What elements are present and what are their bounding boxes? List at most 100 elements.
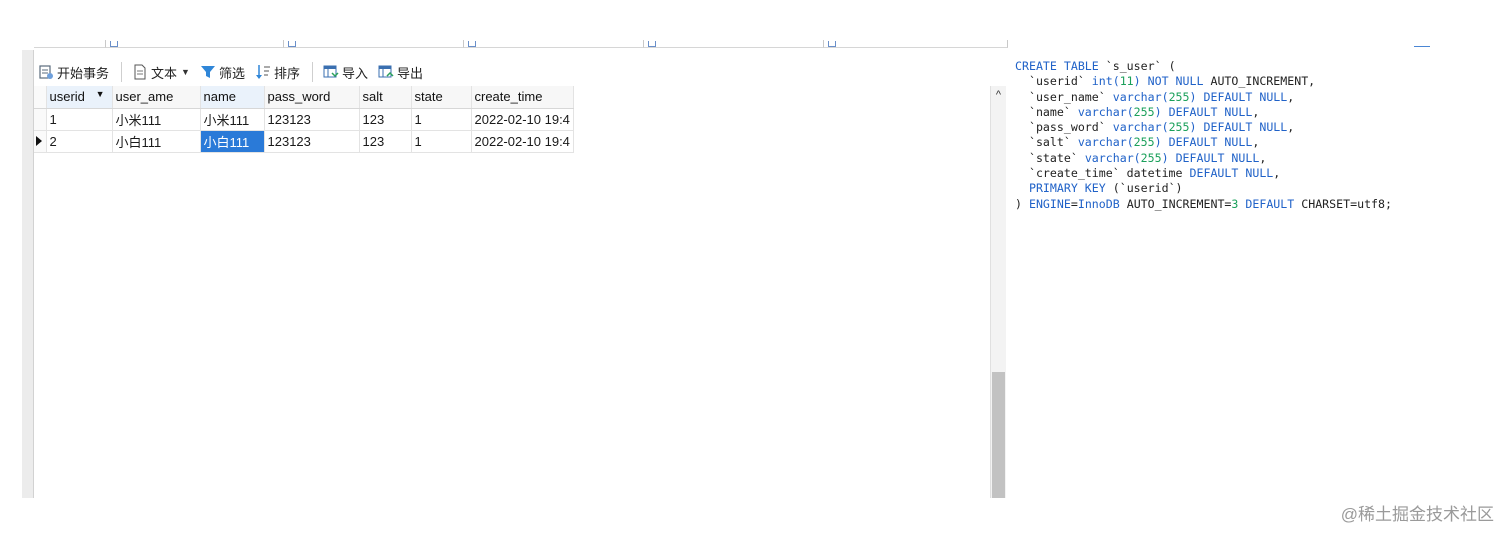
table-icon xyxy=(110,41,118,47)
tab[interactable] xyxy=(464,40,644,48)
column-label: name xyxy=(203,89,237,105)
ddl-keyword: DEFAULT NULL xyxy=(1168,135,1253,150)
ddl-number: 255 xyxy=(1133,104,1155,119)
table-row[interactable]: 1 小米111 小米111 123123 123 1 2022-02-10 19… xyxy=(34,108,574,131)
tab-active[interactable] xyxy=(644,40,824,48)
cell-create_time[interactable]: 2022-02-10 19:4 xyxy=(471,108,574,131)
table-row[interactable]: 2 小白111 小白111 123123 123 1 2022-02-10 19… xyxy=(34,130,574,153)
ddl-keyword: ) xyxy=(1133,74,1148,89)
column-label: create_time xyxy=(474,89,543,105)
begin-transaction-button[interactable]: 开始事务 xyxy=(34,60,115,84)
chevron-down-icon: ▼ xyxy=(181,67,190,77)
column-label: salt xyxy=(362,89,383,105)
column-header-user_ame[interactable]: user_ame xyxy=(112,86,201,109)
cell-user_ame[interactable]: 小米111 xyxy=(112,108,201,131)
table-icon xyxy=(288,41,296,47)
ddl-text: CHARSET=utf8; xyxy=(1294,196,1392,211)
sort-icon xyxy=(255,64,271,80)
chevron-down-icon[interactable]: ▼ xyxy=(96,89,105,99)
cell-pass_word[interactable]: 123123 xyxy=(264,108,360,131)
ddl-keyword: InnoDB xyxy=(1077,196,1120,211)
query-icon xyxy=(828,41,836,47)
watermark: @稀土掘金技术社区 xyxy=(1340,505,1494,524)
text-view-button[interactable]: 文本 ▼ xyxy=(128,60,196,84)
filter-button[interactable]: 筛选 xyxy=(196,60,251,84)
cell-user_ame[interactable]: 小白111 xyxy=(112,130,201,153)
import-button[interactable]: 导入 xyxy=(319,60,374,84)
ddl-keyword: ENGINE xyxy=(1028,196,1071,211)
column-header-salt[interactable]: salt xyxy=(359,86,412,109)
ddl-keyword: varchar( xyxy=(1084,150,1141,165)
cell-state[interactable]: 1 xyxy=(411,108,472,131)
row-indicator[interactable] xyxy=(34,130,47,153)
export-button[interactable]: 导出 xyxy=(374,60,429,84)
row-indicator[interactable] xyxy=(34,108,47,131)
ddl-text: , xyxy=(1287,120,1295,135)
ddl-keyword: int( xyxy=(1091,74,1120,89)
header-row: userid ▼ user_ame name pass_word salt sta… xyxy=(34,86,574,109)
cell-create_time[interactable]: 2022-02-10 19:4 xyxy=(471,130,574,153)
column-header-create_time[interactable]: create_time xyxy=(471,86,574,109)
cell-state[interactable]: 1 xyxy=(411,130,472,153)
tab[interactable] xyxy=(824,40,1008,48)
ddl-text: ) xyxy=(1015,196,1029,211)
tab-strip xyxy=(34,40,1008,50)
ddl-number: 255 xyxy=(1140,150,1162,165)
ddl-keyword: DEFAULT NULL xyxy=(1168,104,1253,119)
ddl-text: , xyxy=(1273,166,1281,181)
row-indicator-header xyxy=(34,86,47,109)
cell-userid[interactable]: 1 xyxy=(46,108,113,131)
ddl-keyword: DEFAULT NULL xyxy=(1203,89,1288,104)
ddl-text: , xyxy=(1252,104,1260,119)
ddl-number: 255 xyxy=(1168,120,1190,135)
table-icon xyxy=(648,41,656,47)
document-icon xyxy=(132,64,148,80)
grid-toolbar: 开始事务 文本 ▼ 筛选 排序 导入 导出 xyxy=(34,58,994,86)
import-icon xyxy=(323,64,339,80)
begin-transaction-label: 开始事务 xyxy=(57,65,110,81)
cell-name-selected[interactable]: 小白111 xyxy=(200,130,265,153)
tab[interactable] xyxy=(106,40,284,48)
ddl-keyword: varchar( xyxy=(1077,104,1134,119)
cell-pass_word[interactable]: 123123 xyxy=(264,130,360,153)
tab[interactable] xyxy=(34,40,106,48)
column-header-userid[interactable]: userid ▼ xyxy=(46,86,113,109)
ddl-keyword: DEFAULT NULL xyxy=(1175,150,1260,165)
ddl-text: `salt` xyxy=(1015,135,1078,150)
cell-salt[interactable]: 123 xyxy=(359,130,412,153)
ddl-text: `state` xyxy=(1015,150,1085,165)
ddl-text: , xyxy=(1287,89,1295,104)
column-header-name[interactable]: name xyxy=(200,86,265,109)
result-table: userid ▼ user_ame name pass_word salt sta… xyxy=(34,86,574,153)
ddl-keyword: DEFAULT NULL xyxy=(1189,166,1274,181)
ddl-number: 255 xyxy=(1133,135,1155,150)
transaction-icon xyxy=(38,64,54,80)
column-header-state[interactable]: state xyxy=(411,86,472,109)
scroll-thumb[interactable] xyxy=(992,372,1005,498)
import-label: 导入 xyxy=(341,65,368,81)
column-label: state xyxy=(414,89,443,105)
sort-button[interactable]: 排序 xyxy=(251,60,306,84)
ddl-keyword: ) xyxy=(1189,120,1204,135)
column-label: user_ame xyxy=(115,89,174,105)
column-header-pass_word[interactable]: pass_word xyxy=(264,86,360,109)
cell-userid[interactable]: 2 xyxy=(46,130,113,153)
ddl-line: `name` varchar(255) DEFAULT NULL, xyxy=(1015,105,1495,120)
tab[interactable] xyxy=(284,40,464,48)
ddl-text: `pass_word` xyxy=(1015,120,1113,135)
ddl-keyword: varchar( xyxy=(1112,89,1169,104)
ddl-line: `pass_word` varchar(255) DEFAULT NULL, xyxy=(1015,120,1495,135)
scroll-up-icon[interactable]: ^ xyxy=(991,86,1006,104)
export-label: 导出 xyxy=(397,65,424,81)
data-grid[interactable]: userid ▼ user_ame name pass_word salt sta… xyxy=(34,86,990,498)
ddl-keyword: ) xyxy=(1161,150,1176,165)
current-row-arrow-icon xyxy=(36,135,42,146)
ddl-text: , xyxy=(1252,135,1260,150)
ddl-keyword: NOT NULL xyxy=(1147,74,1204,89)
ddl-line: PRIMARY KEY (`userid`) xyxy=(1015,181,1495,196)
sort-label: 排序 xyxy=(273,65,300,81)
vertical-scrollbar[interactable]: ^ xyxy=(990,86,1006,498)
ddl-panel[interactable]: CREATE TABLE `s_user` ( `userid` int(11)… xyxy=(1015,59,1495,212)
cell-name[interactable]: 小米111 xyxy=(200,108,265,131)
cell-salt[interactable]: 123 xyxy=(359,108,412,131)
